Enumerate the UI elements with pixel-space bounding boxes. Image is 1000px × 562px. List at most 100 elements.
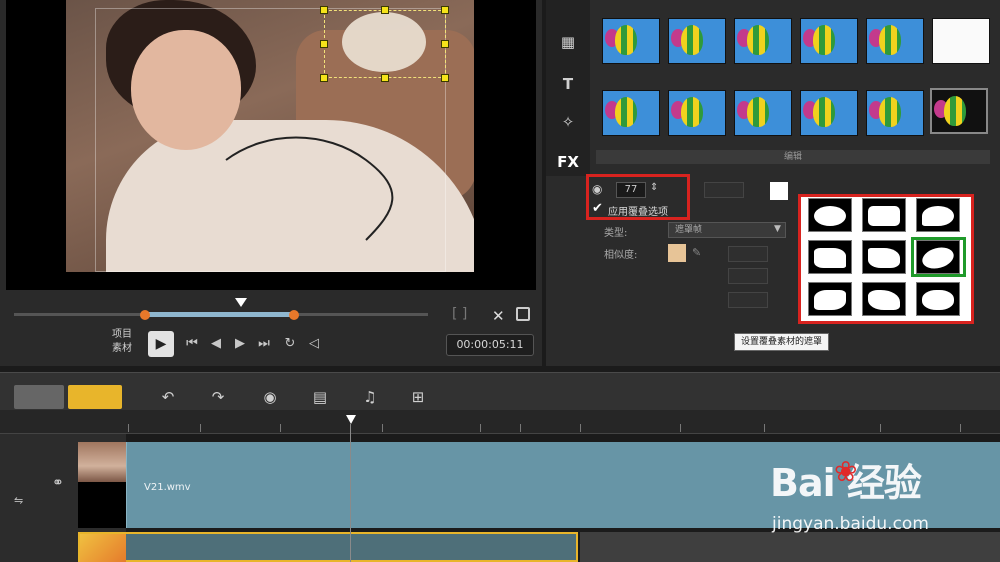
ruler-tick [480, 424, 481, 432]
filter-thumbnail[interactable] [602, 18, 660, 64]
scrubber-knob[interactable] [235, 298, 247, 307]
ruler-tick [520, 424, 521, 432]
next-frame-icon[interactable]: ▶ [230, 334, 250, 354]
motion-tracking-icon[interactable]: ⊞ [406, 385, 430, 409]
mode-clip-label[interactable]: 素材 [112, 342, 132, 356]
filter-fx-icon[interactable]: FX [555, 152, 581, 172]
volume-icon[interactable]: ◁ [304, 334, 324, 354]
mask-frame-speech-bubble[interactable] [916, 198, 960, 232]
project-clip-mode[interactable]: 项目 素材 [112, 328, 132, 356]
ruler-tick [200, 424, 201, 432]
border-color-swatch[interactable] [770, 182, 788, 200]
border-width-input[interactable] [704, 182, 744, 198]
title-icon[interactable]: T [555, 74, 581, 94]
trim-in-marker[interactable] [140, 310, 150, 320]
playhead-line [350, 424, 351, 562]
filter-thumbnail[interactable] [800, 18, 858, 64]
mask-frame-oval[interactable] [808, 198, 852, 232]
mixer-icon[interactable]: ▤ [308, 385, 332, 409]
clip-thumbnail [78, 442, 126, 482]
selected-mask-highlight [911, 237, 966, 277]
mask-frame-rough[interactable] [808, 282, 852, 316]
mark-in-out-icon[interactable]: [ ] [452, 306, 467, 322]
type-label: 类型: [604, 228, 628, 239]
ruler-tick [880, 424, 881, 432]
similarity-spinner[interactable] [728, 246, 768, 262]
timecode-display[interactable]: 00:00:05:11 [446, 334, 534, 356]
filter-thumbnail[interactable] [866, 90, 924, 136]
selected-clip-thumbnail [80, 534, 126, 562]
key-color-swatch[interactable] [668, 244, 686, 262]
resize-handle[interactable] [320, 40, 328, 48]
undo-icon[interactable]: ↶ [156, 385, 180, 409]
clip-thumbnail-black [78, 482, 126, 528]
resize-handle[interactable] [320, 6, 328, 14]
eyedropper-icon[interactable]: ✎ [692, 246, 701, 259]
resize-handle[interactable] [381, 6, 389, 14]
baidu-url: jingyan.baidu.com [772, 514, 929, 534]
mask-frame-rounded-rect[interactable] [862, 198, 906, 232]
type-dropdown[interactable]: 遮罩帧 [668, 222, 786, 238]
ruler-tick [280, 424, 281, 432]
filter-thumbnail[interactable] [668, 90, 726, 136]
timeline-ruler[interactable] [0, 410, 1000, 434]
filter-thumbnail[interactable] [866, 18, 924, 64]
apply-overlay-options-label: 应用覆叠选项 [608, 207, 668, 218]
previous-frame-icon[interactable]: ◀ [206, 334, 226, 354]
checkmark-icon[interactable]: ✔ [592, 201, 603, 216]
empty-track-area[interactable] [580, 532, 1000, 562]
repeat-icon[interactable]: ↻ [280, 334, 300, 354]
resize-handle[interactable] [441, 40, 449, 48]
ruler-tick [960, 424, 961, 432]
filter-thumbnail[interactable] [932, 18, 990, 64]
resize-handle[interactable] [441, 74, 449, 82]
trim-range [144, 312, 294, 317]
filter-thumbnail[interactable] [734, 90, 792, 136]
graphic-icon[interactable]: ✧ [555, 112, 581, 132]
filter-thumbnail[interactable] [668, 18, 726, 64]
ruler-tick [680, 424, 681, 432]
filter-thumbnail[interactable] [734, 18, 792, 64]
mask-frame-splash[interactable] [862, 282, 906, 316]
resize-handle[interactable] [441, 6, 449, 14]
play-button[interactable]: ▶ [148, 331, 174, 357]
resize-handle[interactable] [320, 74, 328, 82]
options-section-bar[interactable]: 编辑 [596, 150, 990, 164]
width-spinner[interactable] [728, 268, 768, 284]
mask-frame-brush[interactable] [862, 240, 906, 274]
storyboard-view-button[interactable] [14, 385, 64, 409]
filter-thumbnail-selected[interactable] [930, 88, 988, 134]
mask-frame-torn[interactable] [808, 240, 852, 274]
instant-project-icon[interactable]: ▦ [555, 32, 581, 52]
record-capture-icon[interactable]: ◉ [258, 385, 282, 409]
ruler-tick [580, 424, 581, 432]
chevron-down-icon[interactable]: ▼ [774, 224, 781, 234]
transparency-input[interactable]: 77 [616, 182, 646, 198]
mask-tooltip: 设置覆叠素材的遮罩 [734, 333, 830, 351]
playhead[interactable] [346, 415, 356, 424]
track-toggle-icon[interactable]: ⇋ [14, 494, 23, 507]
go-to-end-icon[interactable]: ⏭ [254, 334, 274, 354]
overlay-bounding-box[interactable] [324, 10, 446, 78]
baidu-paw-icon: ❀ [834, 455, 858, 488]
split-clip-icon[interactable]: ✕ [492, 307, 505, 325]
resize-handle[interactable] [381, 74, 389, 82]
enlarge-preview-icon[interactable] [516, 307, 530, 321]
spinner-arrows-icon[interactable]: ⇕ [650, 182, 658, 193]
timeline-view-button[interactable] [68, 385, 122, 409]
height-spinner[interactable] [728, 292, 768, 308]
auto-music-icon[interactable]: ♫ [358, 385, 382, 409]
mask-frame-cloud[interactable] [916, 282, 960, 316]
similarity-label: 相似度: [604, 250, 638, 261]
ruler-tick [764, 424, 765, 432]
overlay-track-icon[interactable]: ⚭ [52, 475, 64, 491]
selected-clip[interactable] [78, 532, 578, 562]
clip-name: V21.wmv [144, 482, 191, 493]
redo-icon[interactable]: ↷ [206, 385, 230, 409]
filter-thumbnail[interactable] [800, 90, 858, 136]
trim-out-marker[interactable] [289, 310, 299, 320]
go-to-start-icon[interactable]: ⏮ [182, 334, 202, 354]
timeline-toolbar [0, 372, 1000, 412]
mode-project-label[interactable]: 项目 [112, 328, 132, 342]
filter-thumbnail[interactable] [602, 90, 660, 136]
